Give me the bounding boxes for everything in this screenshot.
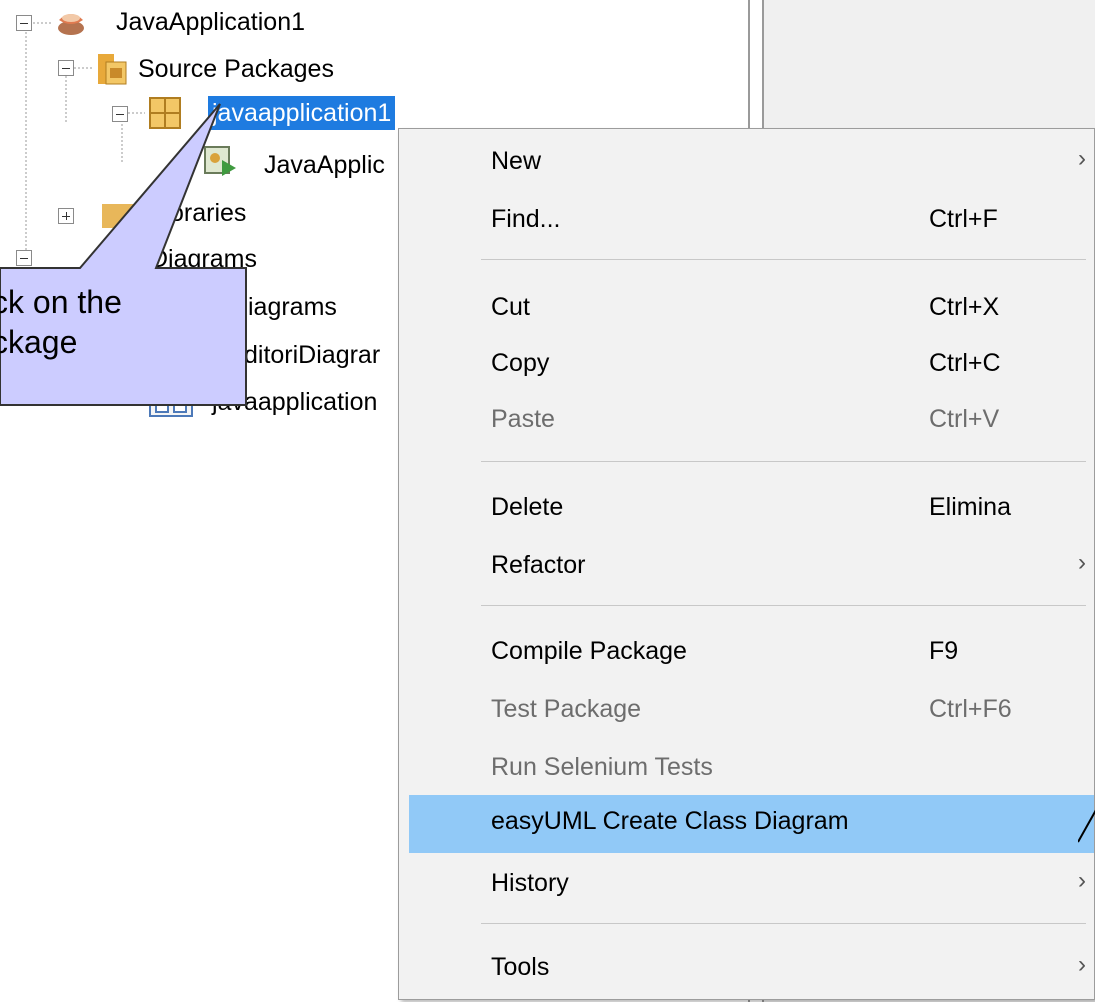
coffee-cup-icon	[55, 6, 89, 43]
menu-item-delete[interactable]: Delete Elimina	[409, 481, 1094, 537]
submenu-arrow-icon: ›	[1078, 951, 1086, 978]
menu-item-label: Find...	[491, 205, 561, 233]
menu-item-shortcut: Ctrl+C	[929, 349, 1001, 377]
menu-item-compile-package[interactable]: Compile Package F9	[409, 625, 1094, 681]
menu-item-label: Refactor	[491, 551, 586, 579]
menu-item-label: History	[491, 869, 569, 897]
tree-node-libraries[interactable]: oraries	[170, 196, 246, 230]
tree-node-project[interactable]: JavaApplication1	[116, 5, 305, 39]
menu-item-tools[interactable]: Tools ›	[409, 941, 1094, 997]
collapse-toggle-diagrams[interactable]	[16, 250, 32, 266]
menu-item-shortcut: Ctrl+V	[929, 405, 1000, 433]
tree-node-package[interactable]: javaapplication1	[208, 96, 396, 130]
menu-item-history[interactable]: History ›	[409, 857, 1094, 913]
menu-item-paste[interactable]: Paste Ctrl+V	[409, 393, 1094, 449]
submenu-arrow-icon: ›	[1078, 549, 1086, 576]
expand-toggle-libraries[interactable]	[58, 208, 74, 224]
menu-item-label: New	[491, 147, 542, 175]
menu-item-test-package[interactable]: Test Package Ctrl+F6	[409, 683, 1094, 739]
menu-separator	[481, 923, 1086, 924]
menu-item-copy[interactable]: Copy Ctrl+C	[409, 337, 1094, 393]
menu-item-label: Cut	[491, 293, 530, 321]
tree-node-diagrams[interactable]: Diagrams	[150, 242, 257, 276]
package-icon	[148, 96, 182, 135]
menu-separator	[481, 605, 1086, 606]
menu-item-label: easyUML Create Class Diagram	[491, 807, 849, 835]
menu-item-easyuml-create-class-diagram[interactable]: easyUML Create Class Diagram	[409, 795, 1094, 853]
menu-item-shortcut: F9	[929, 637, 959, 665]
tree-node-diagram-2[interactable]: ditoriDiagrar	[244, 338, 380, 372]
menu-item-find[interactable]: Find... Ctrl+F	[409, 193, 1094, 249]
tree-node-diagram-3[interactable]: javaapplication	[212, 385, 377, 419]
menu-item-shortcut: Ctrl+F6	[929, 695, 1012, 723]
menu-item-label: Compile Package	[491, 637, 687, 665]
menu-item-shortcut: Ctrl+F	[929, 205, 998, 233]
menu-item-label: Run Selenium Tests	[491, 753, 713, 781]
annotation-pointer-line	[1078, 809, 1095, 843]
libraries-icon	[100, 198, 140, 237]
menu-item-label: Copy	[491, 349, 550, 377]
java-class-icon	[202, 144, 238, 183]
submenu-arrow-icon: ›	[1078, 145, 1086, 172]
menu-item-label: Tools	[491, 953, 550, 981]
tree-node-source-packages[interactable]: Source Packages	[138, 52, 334, 86]
menu-item-new[interactable]: New ›	[409, 135, 1094, 191]
source-packages-folder-icon	[96, 48, 128, 91]
collapse-toggle-source-packages[interactable]	[58, 60, 74, 76]
context-menu: New › Find... Ctrl+F Cut Ctrl+X Copy Ctr…	[398, 128, 1095, 1000]
menu-separator	[481, 259, 1086, 260]
menu-item-shortcut: Ctrl+X	[929, 293, 1000, 321]
menu-separator	[481, 461, 1086, 462]
menu-item-refactor[interactable]: Refactor ›	[409, 539, 1094, 595]
menu-item-run-selenium-tests[interactable]: Run Selenium Tests	[409, 741, 1094, 797]
menu-item-shortcut: Elimina	[929, 493, 1011, 521]
tree-node-diagram-1[interactable]: iagrams	[248, 290, 337, 324]
menu-item-cut[interactable]: Cut Ctrl+X	[409, 281, 1094, 337]
collapse-toggle-package[interactable]	[112, 106, 128, 122]
menu-item-label: Delete	[491, 493, 564, 521]
menu-item-label: Paste	[491, 405, 555, 433]
class-diagram-icon	[148, 384, 196, 423]
tree-node-java-file[interactable]: JavaApplic	[264, 148, 385, 182]
submenu-arrow-icon: ›	[1078, 867, 1086, 894]
menu-item-label: Test Package	[491, 695, 642, 723]
collapse-toggle-project[interactable]	[16, 15, 32, 31]
